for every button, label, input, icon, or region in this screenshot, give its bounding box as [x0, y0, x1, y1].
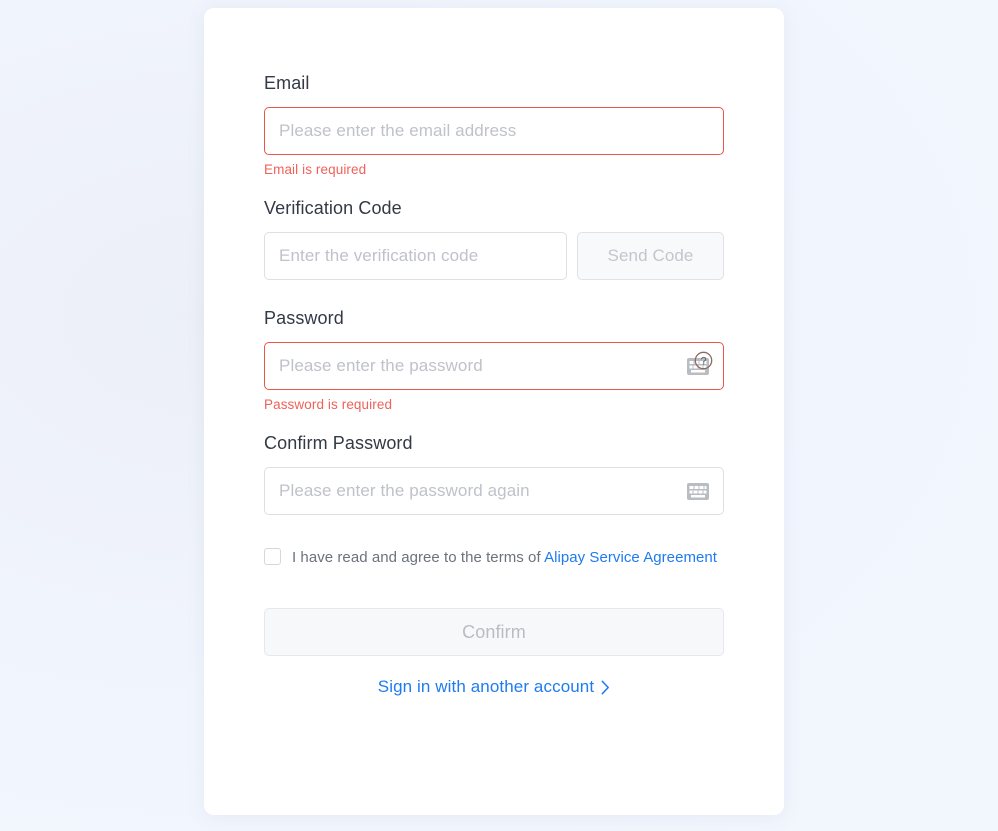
agreement-row: I have read and agree to the terms of Al…	[264, 538, 724, 578]
email-input[interactable]: Please enter the email address	[264, 107, 724, 155]
email-placeholder: Please enter the email address	[279, 121, 517, 140]
verification-code-label: Verification Code	[264, 198, 402, 218]
confirm-password-input-icons[interactable]	[679, 480, 709, 502]
chevron-right-icon	[601, 680, 610, 694]
password-input[interactable]: Please enter the password ?	[264, 342, 724, 390]
keyboard-icon[interactable]	[687, 482, 709, 500]
password-placeholder: Please enter the password	[279, 356, 483, 375]
email-error-message: Email is required	[264, 162, 367, 177]
sign-in-another-account-link[interactable]: Sign in with another account	[378, 677, 610, 697]
svg-text:?: ?	[700, 356, 706, 368]
alternate-signin-row: Sign in with another account	[264, 677, 724, 697]
password-error-message: Password is required	[264, 397, 393, 412]
password-label: Password	[264, 308, 344, 328]
alipay-service-agreement-link[interactable]: Alipay Service Agreement	[544, 549, 717, 566]
email-label: Email	[264, 73, 310, 93]
verification-code-input[interactable]: Enter the verification code	[264, 232, 567, 280]
confirm-password-placeholder: Please enter the password again	[279, 481, 530, 500]
verification-code-row: Enter the verification code Send Code	[264, 232, 724, 280]
verification-code-placeholder: Enter the verification code	[279, 246, 479, 265]
confirm-button[interactable]: Confirm	[264, 608, 724, 656]
password-input-icons[interactable]: ?	[679, 351, 713, 377]
registration-form: Email Please enter the email address Ema…	[264, 8, 724, 697]
send-code-button[interactable]: Send Code	[577, 232, 724, 280]
sign-in-another-account-label: Sign in with another account	[377, 677, 595, 696]
question-circle-icon[interactable]: ?	[694, 351, 713, 370]
confirm-password-label: Confirm Password	[264, 433, 413, 453]
agreement-checkbox[interactable]	[264, 548, 281, 565]
registration-card: Email Please enter the email address Ema…	[204, 8, 784, 815]
confirm-password-input[interactable]: Please enter the password again	[264, 467, 724, 515]
agreement-text: I have read and agree to the terms of	[292, 549, 545, 566]
